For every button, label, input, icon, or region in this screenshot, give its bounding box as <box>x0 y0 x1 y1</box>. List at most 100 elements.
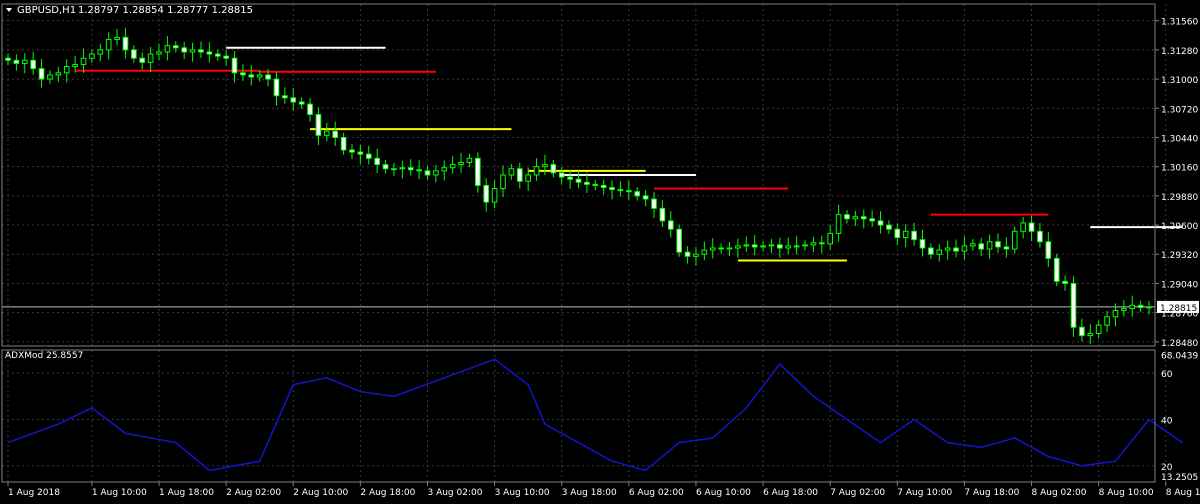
candle-body-27 <box>231 57 238 74</box>
candle-body-57 <box>483 184 490 203</box>
candle-body-81 <box>684 251 691 257</box>
candle-body-75 <box>634 191 641 197</box>
candle-body-104 <box>877 220 884 226</box>
ind-tick-label-3: 20 <box>1161 463 1173 473</box>
candle-body-128 <box>1079 326 1085 337</box>
candle-body-129 <box>1087 332 1094 337</box>
candle-body-2 <box>21 59 28 64</box>
candle-body-19 <box>164 45 171 53</box>
candle-body-44 <box>374 157 380 166</box>
x-tick-label-9: 6 Aug 02:00 <box>629 488 684 498</box>
candle-body-12 <box>105 38 112 51</box>
candle-body-62 <box>525 174 531 182</box>
x-tick-label-1: 1 Aug 10:00 <box>92 488 147 498</box>
candle-body-65 <box>550 164 557 174</box>
candle-body-38 <box>324 130 330 136</box>
candle-body-22 <box>189 49 196 53</box>
candle-body-116 <box>978 243 985 250</box>
price-tick-label-8: 1.29320 <box>1161 251 1198 261</box>
candle-body-30 <box>256 74 263 78</box>
candle-body-122 <box>1028 222 1035 232</box>
candle-body-60 <box>508 168 515 176</box>
chart-canvas[interactable]: 1.31560 1.31280 1.31000 1.30720 1.30440 1.301… <box>0 0 1200 500</box>
candle-body-74 <box>626 190 632 193</box>
x-tick-label-12: 7 Aug 02:00 <box>830 488 885 498</box>
candle-body-21 <box>181 47 187 53</box>
candle-body-115 <box>970 243 976 247</box>
candle-body-106 <box>894 228 901 239</box>
candle-body-69 <box>584 181 590 185</box>
candle-body-102 <box>860 216 867 220</box>
candle-body-5 <box>47 74 53 80</box>
candle-body-26 <box>223 55 229 59</box>
candle-body-72 <box>609 187 615 191</box>
candle-body-119 <box>1003 246 1010 250</box>
x-tick-label-14: 7 Aug 18:00 <box>964 488 1019 498</box>
candle-body-55 <box>466 157 473 163</box>
candle-body-109 <box>919 239 926 249</box>
candle-body-17 <box>147 53 154 63</box>
x-tick-label-13: 7 Aug 10:00 <box>897 488 952 498</box>
candle-body-67 <box>567 176 573 180</box>
candle-body-6 <box>55 72 62 76</box>
candle-body-28 <box>240 72 246 76</box>
symbol-label: GBPUSD,H1 <box>17 5 76 16</box>
candle-body-61 <box>516 168 523 182</box>
candle-body-29 <box>248 74 255 78</box>
candle-body-64 <box>542 164 548 168</box>
price-tick-label-3: 1.30720 <box>1161 105 1198 115</box>
candle-body-98 <box>827 232 833 245</box>
candle-body-99 <box>835 214 842 234</box>
candle-body-121 <box>1020 222 1026 232</box>
candle-body-130 <box>1095 324 1102 334</box>
candle-body-15 <box>131 49 137 59</box>
price-tick-label-11: 1.28480 <box>1161 339 1198 349</box>
x-tick-label-6: 3 Aug 02:00 <box>427 488 482 498</box>
candle-body-114 <box>961 245 968 252</box>
candle-body-10 <box>89 53 95 59</box>
candle-body-59 <box>500 174 506 190</box>
x-tick-label-17: 8 Aug 18:00 <box>1166 488 1200 498</box>
price-tick-label-1: 1.31280 <box>1161 47 1198 57</box>
ind-tick-label-1: 60 <box>1161 370 1173 380</box>
ind-tick-label-2: 40 <box>1161 416 1173 426</box>
candle-body-100 <box>844 214 850 220</box>
candle-body-87 <box>735 245 741 249</box>
candle-body-1 <box>13 59 20 64</box>
x-tick-label-4: 2 Aug 10:00 <box>293 488 348 498</box>
x-tick-label-15: 8 Aug 02:00 <box>1032 488 1087 498</box>
candle-body-103 <box>869 218 875 222</box>
candle-body-86 <box>726 247 733 250</box>
candle-body-47 <box>399 167 406 170</box>
candle-body-58 <box>491 188 498 203</box>
candle-body-124 <box>1045 241 1052 259</box>
x-tick-label-10: 6 Aug 10:00 <box>696 488 751 498</box>
candle-body-76 <box>642 195 649 200</box>
x-tick-label-0: 1 Aug 2018 <box>8 488 60 498</box>
candle-body-96 <box>810 242 817 246</box>
candle-body-42 <box>357 151 364 155</box>
candle-body-77 <box>651 198 657 209</box>
candle-body-134 <box>1129 304 1136 309</box>
trading-chart[interactable]: 1.31560 1.31280 1.31000 1.30720 1.30440 1.301… <box>0 0 1200 500</box>
current-price-label: 1.28815 <box>1160 304 1197 314</box>
candle-body-97 <box>818 242 825 245</box>
candle-body-40 <box>340 136 347 151</box>
candle-body-23 <box>198 49 204 53</box>
candle-body-108 <box>911 230 917 241</box>
x-tick-label-7: 3 Aug 10:00 <box>495 488 550 498</box>
candle-body-39 <box>332 130 339 138</box>
price-tick-label-6: 1.29880 <box>1161 193 1198 203</box>
candle-body-71 <box>600 184 607 189</box>
candle-body-110 <box>928 247 934 255</box>
candle-body-11 <box>97 49 104 55</box>
x-tick-label-16: 8 Aug 10:00 <box>1099 488 1154 498</box>
candle-body-125 <box>1053 257 1060 282</box>
candle-125 <box>1053 253 1060 287</box>
candle-body-79 <box>667 220 674 230</box>
price-tick-label-4: 1.30440 <box>1161 134 1198 144</box>
chart-background <box>0 0 1200 500</box>
candle-body-95 <box>802 244 808 247</box>
candle-body-73 <box>617 189 624 192</box>
candle-body-84 <box>709 247 716 251</box>
